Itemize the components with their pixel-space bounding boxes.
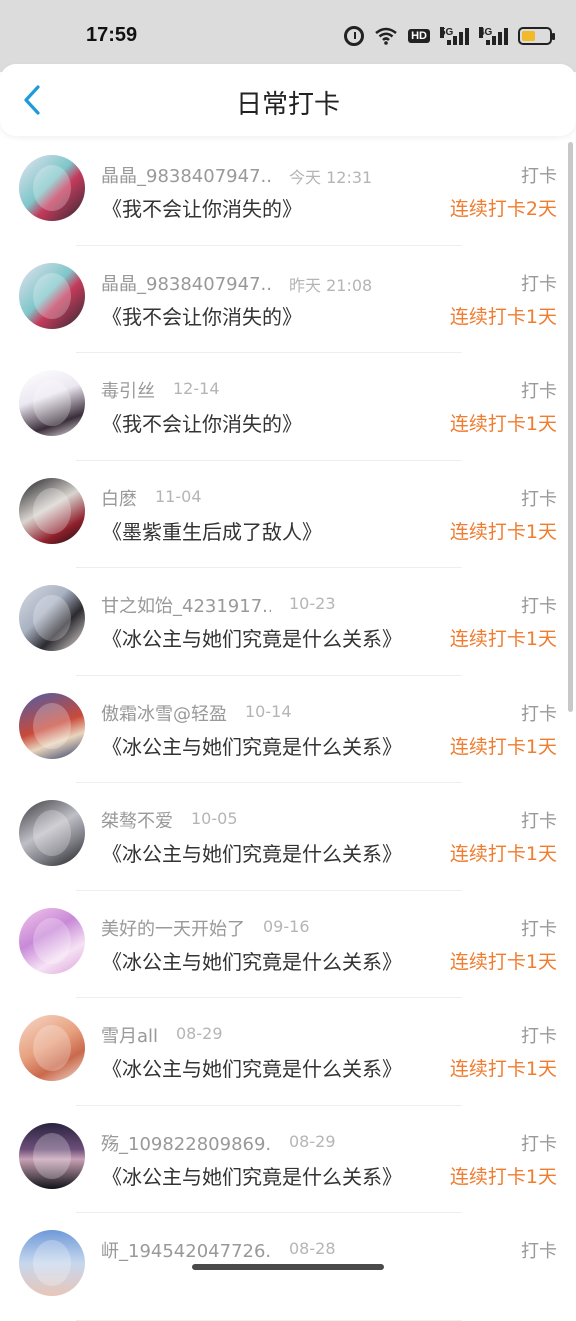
streak-label: 连续打卡1天 (449, 520, 557, 543)
user-name: 毒引丝 (101, 381, 155, 402)
book-title: 《墨紫重生后成了敌人》 (102, 519, 322, 544)
status-icons: HD 5G 4G (344, 22, 555, 50)
checkin-time: 12-14 (173, 379, 220, 398)
checkin-time: 11-04 (155, 486, 202, 506)
checkin-label: 打卡 (521, 273, 557, 295)
user-name: 殇_109822809869... (101, 1133, 271, 1155)
list-item[interactable]: 傲霜冰雪@轻盈 10-14 《冰公主与她们究竟是什么关系》 打卡连续打卡1天 (0, 676, 576, 783)
user-name: 雪月all (101, 1026, 159, 1047)
book-title: 《我不会让你消失的》 (102, 304, 302, 329)
avatar[interactable] (19, 800, 85, 866)
checkin-label: 打卡 (521, 811, 557, 832)
checkin-label: 打卡 (521, 918, 557, 940)
checkin-time: 昨天 21:08 (289, 275, 373, 295)
checkin-time: 今天 12:31 (289, 168, 373, 187)
checkin-time: 08-28 (289, 1239, 336, 1258)
checkin-time: 10-14 (245, 701, 292, 721)
avatar[interactable] (19, 692, 85, 759)
status-time: 17:59 (86, 24, 138, 46)
streak-label: 连续打卡1天 (449, 628, 557, 650)
checkin-time: 08-29 (289, 1131, 336, 1151)
home-indicator[interactable] (192, 1264, 384, 1270)
user-name: 傲霜冰雪@轻盈 (101, 703, 227, 725)
checkin-label: 打卡 (521, 166, 557, 187)
book-title: 《冰公主与她们究竟是什么关系》 (102, 734, 402, 759)
battery-level (522, 31, 535, 41)
avatar[interactable] (19, 1122, 85, 1189)
streak-label: 连续打卡1天 (449, 305, 557, 328)
avatar[interactable] (19, 155, 85, 221)
book-title: 《冰公主与她们究竟是什么关系》 (102, 1057, 402, 1081)
streak-label: 连续打卡1天 (449, 843, 557, 865)
checkin-time: 10-23 (289, 594, 336, 613)
checkin-time: 08-29 (176, 1024, 223, 1043)
signal-5g-icon: 5G (440, 27, 469, 45)
alarm-icon (344, 26, 365, 46)
user-name: 甘之如饴_4231917... (101, 596, 271, 617)
list-item[interactable]: 毒引丝 12-14 《我不会让你消失的》 打卡连续打卡1天 (0, 353, 576, 461)
user-name: 桀骜不爱 (101, 811, 173, 832)
list-item[interactable]: 甘之如饴_4231917... 10-23 《冰公主与她们究竟是什么关系》 打卡连续打… (0, 568, 576, 676)
streak-label: 连续打卡1天 (449, 413, 557, 435)
signal-5g-label: 5G (440, 27, 454, 38)
avatar[interactable] (19, 585, 85, 651)
avatar[interactable] (19, 477, 85, 544)
user-name: 晶晶_9838407947... (101, 273, 271, 295)
divider (76, 1319, 462, 1321)
status-bar: 17:59 HD 5G 4G (0, 0, 576, 72)
avatar[interactable] (19, 907, 85, 974)
checkin-time: 09-16 (263, 916, 310, 936)
book-title: 《冰公主与她们究竟是什么关系》 (102, 949, 402, 974)
avatar[interactable] (19, 1230, 85, 1296)
list-item[interactable]: 晶晶_9838407947... 今天 12:31 《我不会让你消失的》 打卡连续打卡… (0, 138, 576, 246)
book-title: 《我不会让你消失的》 (102, 412, 302, 436)
signal-4g-label: 4G (479, 27, 493, 38)
list-item[interactable]: 白麽 11-04 《墨紫重生后成了敌人》 打卡连续打卡1天 (0, 461, 576, 568)
signal-4g-icon: 4G (479, 27, 508, 45)
checkin-time: 10-05 (191, 809, 238, 828)
checkin-label: 打卡 (521, 596, 557, 617)
user-name: 白麽 (101, 488, 137, 510)
checkin-list: 晶晶_9838407947... 今天 12:31 《我不会让你消失的》 打卡 连续打卡… (0, 138, 576, 1321)
streak-label: 连续打卡1天 (449, 950, 557, 973)
user-name: 岍_194542047726... (101, 1241, 271, 1262)
list-item[interactable]: 桀骜不爱 10-05 《冰公主与她们究竟是什么关系》 打卡连续打卡1天 (0, 783, 576, 891)
checkin-label: 打卡 (521, 488, 557, 510)
checkin-label: 打卡 (521, 703, 557, 725)
avatar[interactable] (19, 1015, 85, 1081)
checkin-label: 打卡 (521, 381, 557, 402)
checkin-label: 打卡 (521, 1133, 557, 1155)
list-item[interactable]: 美好的一天开始了 09-16 《冰公主与她们究竟是什么关系》 打卡连续打卡1天 (0, 891, 576, 998)
user-name: 晶晶_9838407947... (101, 166, 271, 187)
book-title: 《冰公主与她们究竟是什么关系》 (102, 842, 402, 866)
avatar[interactable] (19, 262, 85, 329)
wifi-icon (374, 26, 398, 46)
streak-label: 连续打卡1天 (449, 735, 557, 758)
battery-icon (518, 27, 555, 45)
book-title: 《冰公主与她们究竟是什么关系》 (102, 1164, 402, 1189)
page-title: 日常打卡 (235, 90, 340, 120)
list-item[interactable]: 雪月all 08-29 《冰公主与她们究竟是什么关系》 打卡连续打卡1天 (0, 998, 576, 1106)
avatar[interactable] (19, 370, 85, 436)
checkin-label: 打卡 (521, 1241, 557, 1262)
book-title: 《我不会让你消失的》 (102, 197, 302, 221)
list-item[interactable]: 晶晶_9838407947... 昨天 21:08 《我不会让你消失的》 打卡连续打卡… (0, 246, 576, 353)
streak-label: 连续打卡1天 (449, 1165, 557, 1188)
checkin-label: 打卡 (521, 1026, 557, 1047)
streak-label: 连续打卡2天 (449, 198, 557, 220)
streak-label: 连续打卡1天 (449, 1058, 557, 1080)
scrollbar[interactable] (568, 142, 573, 712)
book-title: 《冰公主与她们究竟是什么关系》 (102, 627, 402, 651)
user-name: 美好的一天开始了 (101, 918, 245, 940)
hd-icon: HD (408, 29, 430, 43)
header: 日常打卡 (0, 64, 576, 136)
list-item[interactable]: 殇_109822809869... 08-29 《冰公主与她们究竟是什么关系》 打卡连… (0, 1106, 576, 1213)
